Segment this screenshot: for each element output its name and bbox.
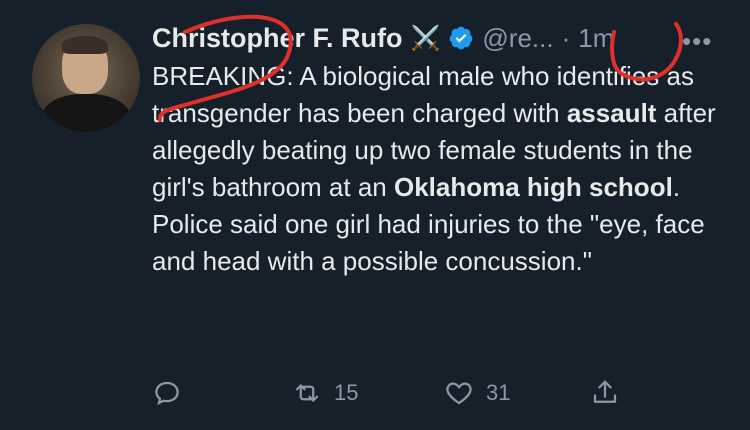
tweet-text-bold: Oklahoma high school [393, 172, 673, 202]
tweet-timestamp[interactable]: 1m [578, 23, 614, 54]
avatar-hair [62, 36, 108, 54]
author-handle[interactable]: @re... [482, 23, 553, 54]
reply-icon [155, 381, 179, 406]
retweet-icon [295, 384, 319, 402]
separator-dot: · [561, 22, 571, 53]
more-options-icon[interactable]: ••• [682, 26, 712, 57]
avatar-body [42, 94, 130, 132]
like-count: 31 [486, 380, 511, 405]
share-icon [593, 380, 617, 403]
tweet-header: Christopher F. Rufo ⚔️ @re... · 1m [152, 20, 614, 56]
tweet-card[interactable]: Christopher F. Rufo ⚔️ @re... · 1m ••• B… [0, 0, 750, 430]
avatar[interactable] [32, 24, 140, 132]
retweet-count: 15 [334, 380, 359, 405]
tweet-text-bold: assault [566, 98, 657, 128]
swords-emoji: ⚔️ [410, 24, 441, 52]
author-name[interactable]: Christopher F. Rufo [152, 23, 403, 54]
retweet-button[interactable]: 15 [292, 378, 358, 408]
share-button[interactable] [590, 378, 620, 408]
tweet-text: BREAKING: A biological male who identifi… [152, 58, 732, 280]
heart-icon [446, 382, 472, 405]
verified-badge-icon [450, 26, 473, 50]
like-button[interactable]: 31 [444, 378, 510, 408]
reply-button[interactable] [152, 378, 182, 408]
tweet-actions: 15 31 [152, 378, 652, 418]
